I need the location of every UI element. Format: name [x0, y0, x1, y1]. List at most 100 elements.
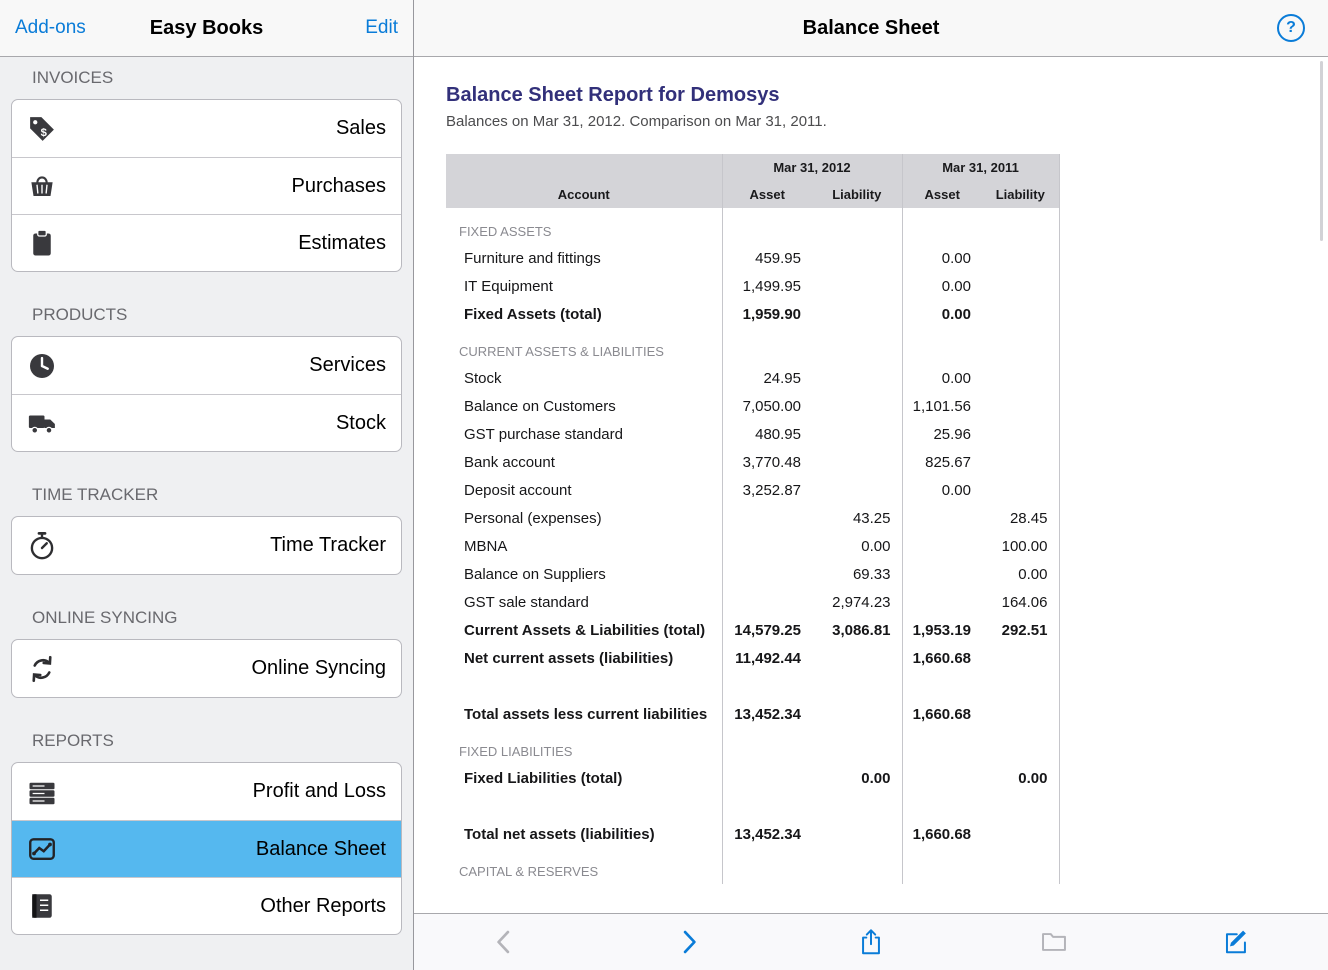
value-cell: 164.06: [982, 588, 1059, 616]
value-cell: 0.00: [902, 300, 982, 328]
sidebar-item-label: Online Syncing: [63, 657, 386, 680]
value-cell: 1,660.68: [902, 644, 982, 672]
value-cell: [982, 208, 1059, 244]
value-cell: [982, 820, 1059, 848]
table-spacer-row: [446, 792, 1059, 820]
main-navbar: Balance Sheet ?: [414, 0, 1328, 57]
sidebar-navbar: Add-ons Easy Books Edit: [0, 0, 413, 57]
value-cell: 3,770.48: [722, 448, 812, 476]
account-cell: MBNA: [446, 532, 722, 560]
value-cell: [812, 420, 902, 448]
sidebar-group-reports: Profit and Loss Balance Sheet Other Report…: [11, 762, 402, 935]
report-title: Balance Sheet Report for Demosys: [446, 84, 1328, 107]
table-data-row: Personal (expenses)43.2528.45: [446, 504, 1059, 532]
account-cell: Total net assets (liabilities): [446, 820, 722, 848]
value-cell: 43.25: [812, 504, 902, 532]
table-data-row: Balance on Customers7,050.001,101.56: [446, 392, 1059, 420]
forward-button[interactable]: [666, 920, 710, 964]
value-cell: [902, 672, 982, 700]
clock-icon: [27, 350, 63, 382]
account-cell: Bank account: [446, 448, 722, 476]
report-subtitle: Balances on Mar 31, 2012. Comparison on …: [446, 113, 1328, 130]
compose-button[interactable]: [1215, 920, 1259, 964]
sidebar-item-services[interactable]: Services: [12, 337, 401, 394]
value-cell: [902, 848, 982, 884]
edit-button[interactable]: Edit: [365, 17, 398, 39]
account-cell: Net current assets (liabilities): [446, 644, 722, 672]
value-cell: [982, 644, 1059, 672]
value-cell: [902, 728, 982, 764]
account-cell: Fixed Assets (total): [446, 300, 722, 328]
sidebar-item-purchases[interactable]: Purchases: [12, 157, 401, 214]
sidebar-item-stock[interactable]: Stock: [12, 394, 401, 451]
table-total-row: Total assets less current liabilities13,…: [446, 700, 1059, 728]
main-panel: Balance Sheet ? Balance Sheet Report for…: [414, 0, 1328, 970]
share-button[interactable]: [849, 920, 893, 964]
value-cell: [812, 728, 902, 764]
value-cell: 14,579.25: [722, 616, 812, 644]
value-cell: [812, 820, 902, 848]
sidebar-item-profit-and-loss[interactable]: Profit and Loss: [12, 763, 401, 820]
account-cell: [446, 792, 722, 820]
sidebar-item-sales[interactable]: $Sales: [12, 100, 401, 157]
price-tag-icon: $: [27, 113, 63, 145]
sidebar-item-balance-sheet[interactable]: Balance Sheet: [12, 820, 401, 877]
value-cell: [812, 392, 902, 420]
header-liability-2012: Liability: [812, 181, 902, 208]
account-cell: FIXED ASSETS: [446, 208, 722, 244]
help-button[interactable]: ?: [1277, 14, 1305, 42]
value-cell: 0.00: [812, 764, 902, 792]
sidebar-section-header-reports: REPORTS: [32, 731, 402, 751]
table-section-row: CAPITAL & RESERVES: [446, 848, 1059, 884]
value-cell: [982, 244, 1059, 272]
sidebar-section-header-online-syncing: ONLINE SYNCING: [32, 608, 402, 628]
value-cell: 1,953.19: [902, 616, 982, 644]
account-cell: Total assets less current liabilities: [446, 700, 722, 728]
value-cell: [902, 792, 982, 820]
value-cell: [812, 328, 902, 364]
value-cell: [722, 728, 812, 764]
value-cell: [982, 420, 1059, 448]
account-cell: Fixed Liabilities (total): [446, 764, 722, 792]
balance-sheet-table: Mar 31, 2012 Mar 31, 2011 Account Asset …: [446, 154, 1060, 884]
back-button[interactable]: [483, 920, 527, 964]
header-date-2012: Mar 31, 2012: [722, 154, 902, 181]
value-cell: [982, 476, 1059, 504]
value-cell: [902, 560, 982, 588]
value-cell: [982, 300, 1059, 328]
add-ons-button[interactable]: Add-ons: [15, 17, 86, 39]
sidebar-item-label: Balance Sheet: [63, 838, 386, 861]
value-cell: [982, 700, 1059, 728]
sidebar-item-label: Services: [63, 354, 386, 377]
folder-button[interactable]: [1032, 920, 1076, 964]
sidebar-item-online-syncing[interactable]: Online Syncing: [12, 640, 401, 697]
chevron-left-icon: [491, 928, 519, 956]
sidebar-sections: INVOICES$SalesPurchasesEstimatesPRODUCTS…: [0, 57, 413, 970]
header-asset-2011: Asset: [902, 181, 982, 208]
value-cell: [902, 208, 982, 244]
value-cell: [812, 272, 902, 300]
table-header-dates-row: Mar 31, 2012 Mar 31, 2011: [446, 154, 1059, 181]
sidebar-group-online-syncing: Online Syncing: [11, 639, 402, 698]
account-cell: CAPITAL & RESERVES: [446, 848, 722, 884]
page-title: Balance Sheet: [414, 17, 1328, 40]
sidebar-item-time-tracker[interactable]: Time Tracker: [12, 517, 401, 574]
content-scrollbar[interactable]: [1320, 61, 1323, 241]
value-cell: [812, 644, 902, 672]
notebook-icon: [27, 890, 63, 922]
value-cell: [812, 208, 902, 244]
value-cell: 459.95: [722, 244, 812, 272]
sidebar-item-other-reports[interactable]: Other Reports: [12, 877, 401, 934]
account-cell: Stock: [446, 364, 722, 392]
header-liability-2011: Liability: [982, 181, 1059, 208]
account-cell: Deposit account: [446, 476, 722, 504]
account-cell: Furniture and fittings: [446, 244, 722, 272]
sidebar-item-label: Sales: [63, 117, 386, 140]
sidebar-item-label: Time Tracker: [63, 534, 386, 557]
value-cell: 2,974.23: [812, 588, 902, 616]
sidebar-section-header-invoices: INVOICES: [32, 68, 402, 88]
value-cell: [722, 848, 812, 884]
sidebar-item-estimates[interactable]: Estimates: [12, 214, 401, 271]
account-cell: FIXED LIABILITIES: [446, 728, 722, 764]
value-cell: [902, 532, 982, 560]
